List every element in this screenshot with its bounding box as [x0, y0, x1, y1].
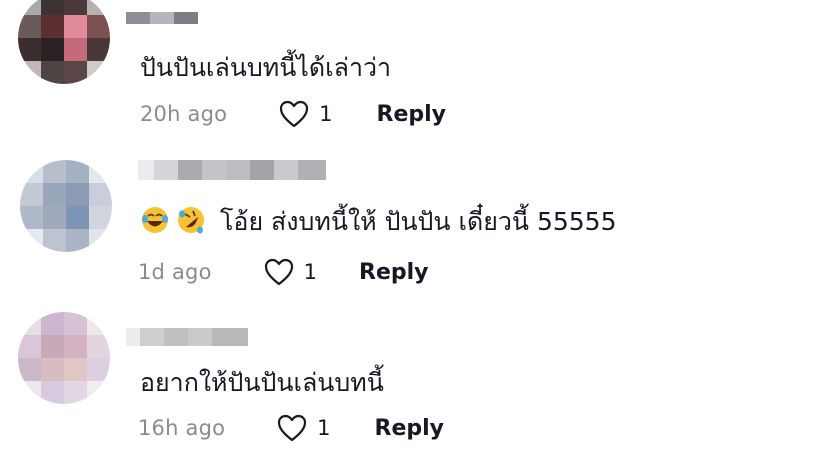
avatar-pixel [89, 229, 112, 252]
username-blurred[interactable] [126, 12, 198, 24]
reply-button[interactable]: Reply [377, 102, 447, 127]
avatar-pixel [18, 335, 41, 358]
avatar-pixel [18, 312, 41, 335]
rolling-on-the-floor-laughing-icon [178, 207, 204, 234]
avatar-pixel [64, 312, 87, 335]
avatar-pixel [20, 160, 43, 183]
avatar-pixel [43, 160, 66, 183]
avatar-pixel [41, 0, 64, 15]
avatar[interactable] [20, 160, 112, 252]
avatar-pixel [43, 183, 66, 206]
comment-item: ปันปันเล่นบทนี้ได้เล่าว่า 20h ago 1 Repl… [0, 0, 820, 150]
avatar-pixel [64, 61, 87, 84]
comment-item: โอ้ย ส่งบทนี้ให้ ปันปัน เดี๋ยวนี้ 55555 … [0, 150, 820, 300]
avatar-pixel [66, 160, 89, 183]
avatar[interactable] [18, 312, 110, 404]
comment-text-content: โอ้ย ส่งบทนี้ให้ ปันปัน เดี๋ยวนี้ 55555 [220, 207, 617, 236]
avatar-pixel [64, 0, 87, 15]
avatar-pixel [89, 183, 112, 206]
comment-text: โอ้ย ส่งบทนี้ให้ ปันปัน เดี๋ยวนี้ 55555 [140, 205, 616, 239]
reply-button[interactable]: Reply [359, 260, 429, 285]
avatar-pixel [87, 61, 110, 84]
avatar-pixel [43, 206, 66, 229]
avatar-pixel [64, 38, 87, 61]
heart-icon[interactable] [264, 258, 294, 286]
avatar-pixel [87, 38, 110, 61]
avatar-pixel [20, 229, 43, 252]
heart-icon[interactable] [277, 414, 307, 442]
username-blurred[interactable] [138, 160, 330, 180]
avatar-pixel [41, 312, 64, 335]
username-blurred[interactable] [126, 328, 248, 346]
like-count: 1 [319, 102, 333, 126]
avatar-pixel [87, 0, 110, 15]
comment-time: 20h ago [140, 102, 228, 126]
avatar-pixel [18, 61, 41, 84]
reply-button[interactable]: Reply [375, 416, 445, 441]
avatar-pixel [64, 15, 87, 38]
avatar-pixel [87, 15, 110, 38]
avatar-pixel [64, 335, 87, 358]
avatar-pixel [18, 38, 41, 61]
like-count: 1 [317, 416, 331, 440]
avatar[interactable] [18, 0, 110, 84]
comment-meta: 16h ago 1 Reply [138, 412, 444, 444]
comment-text: อยากให้ปันปันเล่นบทนี้ [140, 368, 384, 397]
avatar-pixel [18, 0, 41, 15]
comment-text: ปันปันเล่นบทนี้ได้เล่าว่า [140, 53, 392, 82]
like-count: 1 [303, 260, 317, 284]
avatar-pixel [41, 61, 64, 84]
comment-item: อยากให้ปันปันเล่นบทนี้ 16h ago 1 Reply [0, 306, 820, 464]
avatar-pixel [66, 183, 89, 206]
face-with-tears-of-joy-icon [142, 207, 168, 233]
avatar-pixel [20, 206, 43, 229]
avatar-pixel [20, 183, 43, 206]
avatar-pixel [43, 229, 66, 252]
avatar-pixel [87, 312, 110, 335]
avatar-pixel [41, 335, 64, 358]
comment-meta: 1d ago 1 Reply [138, 256, 429, 288]
avatar-pixel [18, 381, 41, 404]
avatar-pixel [41, 38, 64, 61]
comment-time: 16h ago [138, 416, 226, 440]
avatar-pixel [87, 381, 110, 404]
avatar-pixel [41, 381, 64, 404]
avatar-pixel [87, 358, 110, 381]
avatar-pixel [64, 381, 87, 404]
comment-time: 1d ago [138, 260, 212, 284]
avatar-pixel [66, 229, 89, 252]
avatar-pixel [89, 160, 112, 183]
avatar-pixel [41, 358, 64, 381]
avatar-pixel [64, 358, 87, 381]
avatar-pixel [18, 15, 41, 38]
heart-icon[interactable] [279, 100, 309, 128]
comment-meta: 20h ago 1 Reply [140, 98, 446, 130]
avatar-pixel [89, 206, 112, 229]
avatar-pixel [66, 206, 89, 229]
avatar-pixel [87, 335, 110, 358]
avatar-pixel [41, 15, 64, 38]
avatar-pixel [18, 358, 41, 381]
